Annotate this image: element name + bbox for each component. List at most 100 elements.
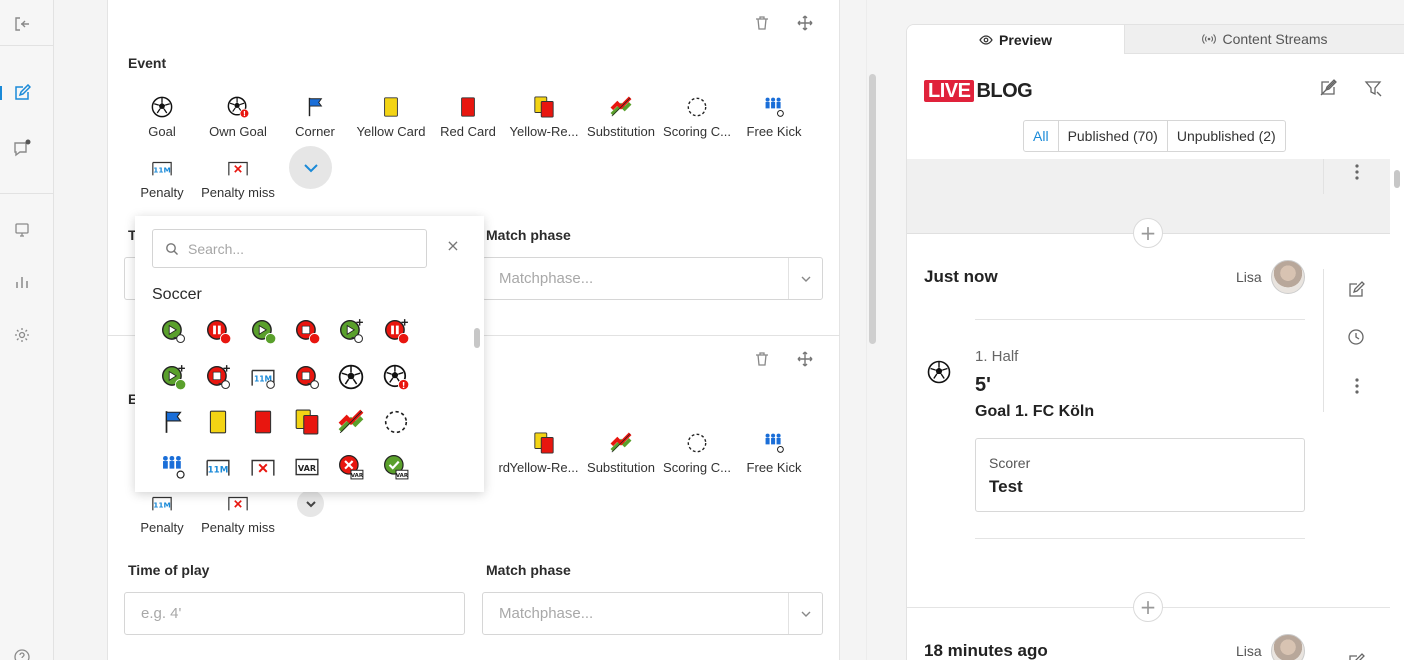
entry-time: Just now	[924, 267, 998, 286]
tab-preview[interactable]: Preview	[907, 25, 1124, 54]
extra-time-icon[interactable]	[338, 318, 364, 344]
corner-flag-icon	[304, 96, 326, 118]
svg-text:!: !	[402, 380, 406, 390]
liveblog-logo: LIVE BLOG	[924, 80, 1033, 102]
edit-icon[interactable]	[1347, 653, 1367, 660]
filter-published[interactable]: Published (70)	[1057, 121, 1167, 151]
event-option[interactable]: Scoring C...	[659, 96, 735, 156]
event-option[interactable]: Substitution	[583, 96, 659, 156]
yellow-card-icon[interactable]	[205, 409, 231, 435]
event-option[interactable]: Free Kick	[736, 96, 812, 156]
event-option[interactable]: Penalty miss	[200, 157, 276, 217]
event-option[interactable]: ! Own Goal	[200, 96, 276, 156]
own-goal-icon[interactable]: !	[383, 364, 410, 391]
scoring-chance-icon	[686, 432, 708, 454]
var-rejected-icon[interactable]: VAR	[338, 454, 364, 480]
svg-text:VAR: VAR	[396, 473, 409, 479]
add-entry-button[interactable]: +	[1133, 218, 1163, 248]
free-kick-icon[interactable]	[160, 454, 186, 480]
filter-unpublished[interactable]: Unpublished (2)	[1166, 121, 1285, 151]
more-vertical-icon[interactable]	[1347, 162, 1367, 182]
match-phase-label: Match phase	[486, 227, 571, 243]
own-goal-icon: !	[227, 96, 250, 119]
comments-icon[interactable]	[13, 139, 31, 157]
edit-off-icon[interactable]	[1319, 79, 1339, 99]
event-option[interactable]: Yellow-Re...	[506, 432, 582, 492]
drag-move-icon[interactable]	[794, 12, 816, 34]
match-phase-select[interactable]: Matchphase...	[482, 257, 823, 300]
edit-icon[interactable]	[1347, 281, 1367, 301]
event-option[interactable]: Substitution	[583, 432, 659, 492]
event-option[interactable]: Free Kick	[736, 432, 812, 492]
filter-all[interactable]: All	[1024, 121, 1058, 151]
scoring-chance-icon[interactable]	[383, 409, 409, 435]
exit-icon[interactable]	[13, 15, 31, 33]
penalty-miss-icon[interactable]	[250, 454, 276, 480]
event-option[interactable]: 11M Penalty	[124, 157, 200, 217]
expand-events-button[interactable]	[289, 146, 332, 189]
event-option[interactable]: 11M Penalty	[124, 492, 200, 552]
tab-content-streams-label: Content Streams	[1222, 31, 1328, 47]
more-vertical-icon[interactable]	[1347, 376, 1367, 396]
chevron-down-icon	[303, 163, 318, 172]
scorer-value: Test	[989, 477, 1023, 496]
event-option[interactable]: Penalty miss	[200, 492, 276, 552]
kickoff-icon[interactable]	[160, 318, 186, 344]
extra-time-pause-icon[interactable]	[383, 318, 410, 345]
extra-time-end-icon[interactable]	[205, 364, 231, 390]
rail-divider	[0, 193, 54, 194]
match-phase-placeholder: Matchphase...	[499, 270, 594, 287]
expand-events-button[interactable]	[297, 490, 324, 517]
match-phase-label: Match phase	[486, 562, 571, 578]
dropdown-scrollbar-thumb[interactable]	[474, 328, 480, 348]
event-option-label: Penalty	[140, 520, 184, 535]
filter-icon[interactable]	[1364, 79, 1384, 99]
edit-icon[interactable]	[13, 83, 32, 102]
penalty-shootout-icon[interactable]: 11M	[250, 364, 276, 390]
preview-panel: Preview Content Streams LIVE BLOG All Pu…	[906, 24, 1404, 660]
event-option[interactable]: Goal	[124, 96, 200, 156]
entry-match-phase: 1. Half	[975, 348, 1019, 365]
entry-divider	[1323, 159, 1324, 194]
var-confirmed-icon[interactable]: VAR	[383, 454, 409, 480]
icon-search-input[interactable]: Search...	[152, 229, 427, 268]
add-entry-button[interactable]: +	[1133, 592, 1163, 622]
trash-icon[interactable]	[751, 348, 773, 370]
entry-divider	[975, 319, 1305, 320]
settings-icon[interactable]	[13, 326, 31, 344]
tab-content-streams[interactable]: Content Streams	[1124, 25, 1404, 54]
preview-icon[interactable]	[13, 221, 31, 239]
event-option[interactable]: Scoring C...	[659, 432, 735, 492]
help-icon[interactable]	[13, 648, 31, 660]
close-icon[interactable]: ×	[445, 238, 461, 254]
half-time-icon[interactable]	[205, 318, 232, 345]
extra-time-second-half-icon[interactable]	[160, 364, 187, 391]
second-half-icon[interactable]	[250, 318, 277, 345]
var-icon[interactable]: VAR	[294, 454, 320, 480]
penalty-icon[interactable]: 11M	[205, 454, 231, 480]
corner-flag-icon[interactable]	[160, 409, 186, 435]
soccer-ball-icon[interactable]	[338, 364, 364, 390]
clock-icon[interactable]	[1347, 328, 1367, 348]
drag-move-icon[interactable]	[794, 348, 816, 370]
red-card-icon[interactable]	[250, 409, 276, 435]
event-option[interactable]: Yellow-Re...	[506, 96, 582, 156]
preview-scrollbar-thumb[interactable]	[1394, 170, 1400, 188]
scorer-label: Scorer	[989, 455, 1031, 471]
match-phase-select[interactable]: Matchphase...	[482, 592, 823, 635]
yellow-red-card-icon[interactable]	[294, 409, 320, 435]
time-of-play-input[interactable]: e.g. 4'	[124, 592, 465, 635]
substitution-icon[interactable]	[338, 409, 364, 435]
active-indicator	[0, 86, 2, 100]
event-option[interactable]: Yellow Card	[353, 96, 429, 156]
event-option-label: Yellow-Re...	[509, 124, 579, 139]
eye-icon	[979, 34, 993, 45]
shootout-end-icon[interactable]	[294, 364, 320, 390]
event-option-label: Penalty	[140, 185, 184, 200]
editor-scrollbar-thumb[interactable]	[869, 74, 876, 344]
trash-icon[interactable]	[751, 12, 773, 34]
event-option[interactable]: Red Card	[430, 96, 506, 156]
svg-text:11M: 11M	[208, 465, 229, 475]
game-end-icon[interactable]	[294, 318, 321, 345]
statistics-icon[interactable]	[13, 273, 31, 291]
